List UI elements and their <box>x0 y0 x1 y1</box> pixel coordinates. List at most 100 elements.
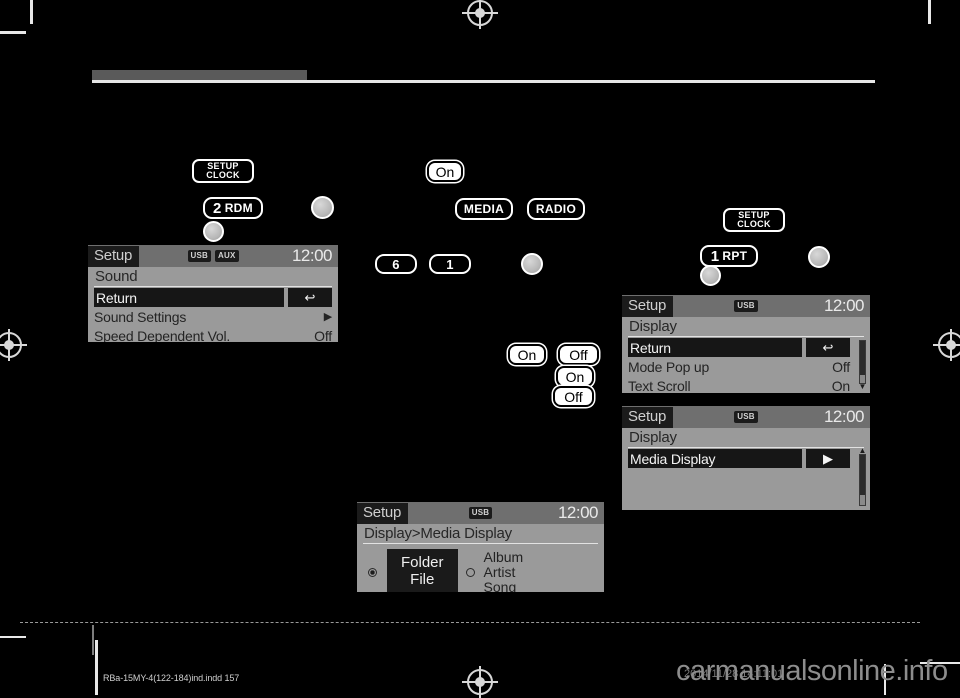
registration-mark-left-cross <box>0 344 27 346</box>
row-return-label: Return <box>94 288 284 307</box>
screen-sound-title: Setup <box>88 245 140 267</box>
crop-mark-bottom-left-horizontal <box>0 636 26 638</box>
softkey-off-b[interactable]: Off <box>553 386 594 407</box>
row-speed-dependent-vol-label: Speed Dependent Vol. <box>94 327 231 343</box>
registration-mark-bottom-cross <box>462 681 498 683</box>
return-icon: ↩ <box>806 338 850 357</box>
row-mode-pop-up[interactable]: Mode Pop up Off <box>622 357 856 376</box>
footer-filename: RBa-15MY-4(122-184)ind.indd 157 <box>103 673 240 683</box>
knob-center[interactable] <box>521 253 543 275</box>
setup-clock-right-label-line2: CLOCK <box>737 219 771 229</box>
screen-display-media-titlebar: Setup USB 12:00 <box>622 406 870 428</box>
crop-mark-top-right-vertical <box>928 0 931 24</box>
crop-mark-top-left-horizontal <box>0 31 26 34</box>
row-speed-dependent-vol[interactable]: Speed Dependent Vol. Off <box>88 326 338 343</box>
scrollbar-track[interactable] <box>859 340 866 384</box>
footer-dashed-rule <box>20 622 920 623</box>
registration-mark-top-cross <box>462 12 498 14</box>
row-return[interactable]: Return ↩ <box>88 288 338 307</box>
screen-display-media-clock: 12:00 <box>823 407 865 426</box>
badge-usb: USB <box>734 300 758 312</box>
scrollbar-thumb[interactable] <box>860 455 865 495</box>
badge-usb: USB <box>734 411 758 423</box>
screen-media-display-options: Setup USB 12:00 Display>Media Display Fo… <box>357 502 604 592</box>
option-folder-file-line2: File <box>410 571 435 588</box>
crop-mark-bottom-left-vertical <box>95 640 98 695</box>
screen-display-media-entry: Setup USB 12:00 Display Media Display ▶ … <box>622 406 870 510</box>
screen-media-options-title: Setup <box>357 502 409 524</box>
row-text-scroll[interactable]: Text Scroll On <box>622 376 856 394</box>
scrollbar-thumb[interactable] <box>860 341 865 375</box>
screen-media-options-breadcrumb: Display>Media Display <box>364 525 512 542</box>
knob-left-lower[interactable] <box>203 221 224 242</box>
tick-column-bottom <box>92 625 94 655</box>
screen-sound-subtitle: Sound <box>95 268 138 285</box>
badge-usb: USB <box>187 250 211 262</box>
screen-display-clock: 12:00 <box>823 296 865 315</box>
setup-clock-button-right[interactable]: SETUP CLOCK <box>723 208 785 232</box>
scrollbar-track[interactable] <box>859 454 866 506</box>
header-divider-rule <box>92 80 875 83</box>
knob-left-upper-right[interactable] <box>311 196 334 219</box>
preset-1-digit: 1 <box>710 247 720 265</box>
row-text-scroll-value: On <box>831 377 850 394</box>
preset-6-button[interactable]: 6 <box>375 254 417 274</box>
knob-right-lower[interactable] <box>700 265 721 286</box>
screen-display-media-list: Media Display ▶ <box>622 448 870 468</box>
softkey-on-b[interactable]: On <box>556 366 594 387</box>
preset-1-button[interactable]: 1 <box>429 254 471 274</box>
radio-album-artist-song[interactable] <box>466 567 476 577</box>
preset-2-rdm-button[interactable]: 2 RDM <box>203 197 263 219</box>
chevron-right-icon: ▶ <box>806 449 850 468</box>
row-mode-pop-up-value: Off <box>832 358 850 375</box>
row-media-display[interactable]: Media Display ▶ <box>622 449 856 468</box>
softkey-off-a[interactable]: Off <box>558 344 599 365</box>
scrollbar-display-media[interactable]: ▲ <box>858 447 867 506</box>
setup-clock-label-line2: CLOCK <box>206 170 240 180</box>
row-return[interactable]: Return ↩ <box>622 338 856 357</box>
setup-clock-button-left[interactable]: SETUP CLOCK <box>192 159 254 183</box>
option-album-artist-song[interactable]: Album Artist Song <box>483 548 524 592</box>
screen-display-list: Return ↩ Mode Pop up Off Text Scroll On <box>622 337 870 393</box>
scrollbar-display-main[interactable]: ▼ <box>858 340 867 391</box>
preset-1-rpt-word: RPT <box>722 249 748 263</box>
screen-sound: Setup USB AUX 12:00 Sound Return ↩ Sound… <box>88 245 338 342</box>
preset-2-digit: 2 <box>213 199 222 217</box>
row-text-scroll-label: Text Scroll <box>628 377 691 394</box>
radio-button[interactable]: RADIO <box>527 198 585 220</box>
media-button[interactable]: MEDIA <box>455 198 513 220</box>
watermark-site: carmanualsonline.info <box>676 655 948 687</box>
screen-media-options-clock: 12:00 <box>557 503 599 522</box>
screen-media-options-titlebar: Setup USB 12:00 <box>357 502 604 524</box>
registration-mark-right-cross <box>933 344 960 346</box>
screen-display-title: Setup <box>622 295 674 317</box>
option-folder-file[interactable]: Folder File <box>387 549 458 592</box>
screen-display-subtitle: Display <box>629 318 677 335</box>
option-song: Song <box>483 578 517 592</box>
knob-right-upper[interactable] <box>808 246 830 268</box>
softkey-on-a[interactable]: On <box>508 344 546 365</box>
radio-folder-file[interactable] <box>367 567 377 577</box>
screen-display-media-subtitle: Display <box>629 429 677 446</box>
row-sound-settings[interactable]: Sound Settings ▶ <box>88 307 338 326</box>
screen-display-main: Setup USB 12:00 Display Return ↩ Mode Po… <box>622 295 870 393</box>
screen-display-titlebar: Setup USB 12:00 <box>622 295 870 317</box>
header-section-tab <box>92 70 307 80</box>
row-media-display-label: Media Display <box>628 449 802 468</box>
screen-sound-titlebar: Setup USB AUX 12:00 <box>88 245 338 267</box>
media-display-options-body: Folder File Album Artist Song <box>357 544 604 592</box>
screen-sound-clock: 12:00 <box>291 246 333 265</box>
row-mode-pop-up-label: Mode Pop up <box>628 358 710 375</box>
option-folder-file-line1: Folder <box>401 554 444 571</box>
scroll-down-arrow-icon[interactable]: ▼ <box>859 383 867 391</box>
screen-sound-list: Return ↩ Sound Settings ▶ Speed Dependen… <box>88 287 338 342</box>
chevron-right-icon: ▶ <box>323 311 332 323</box>
softkey-on-top[interactable]: On <box>427 161 463 182</box>
preset-1-rpt-button[interactable]: 1 RPT <box>700 245 758 267</box>
return-icon: ↩ <box>288 288 332 307</box>
crop-mark-top-left-vertical <box>30 0 33 24</box>
row-speed-dependent-vol-value: Off <box>314 327 332 343</box>
option-album: Album <box>483 548 524 565</box>
badge-aux: AUX <box>215 250 239 262</box>
screen-display-media-title: Setup <box>622 406 674 428</box>
